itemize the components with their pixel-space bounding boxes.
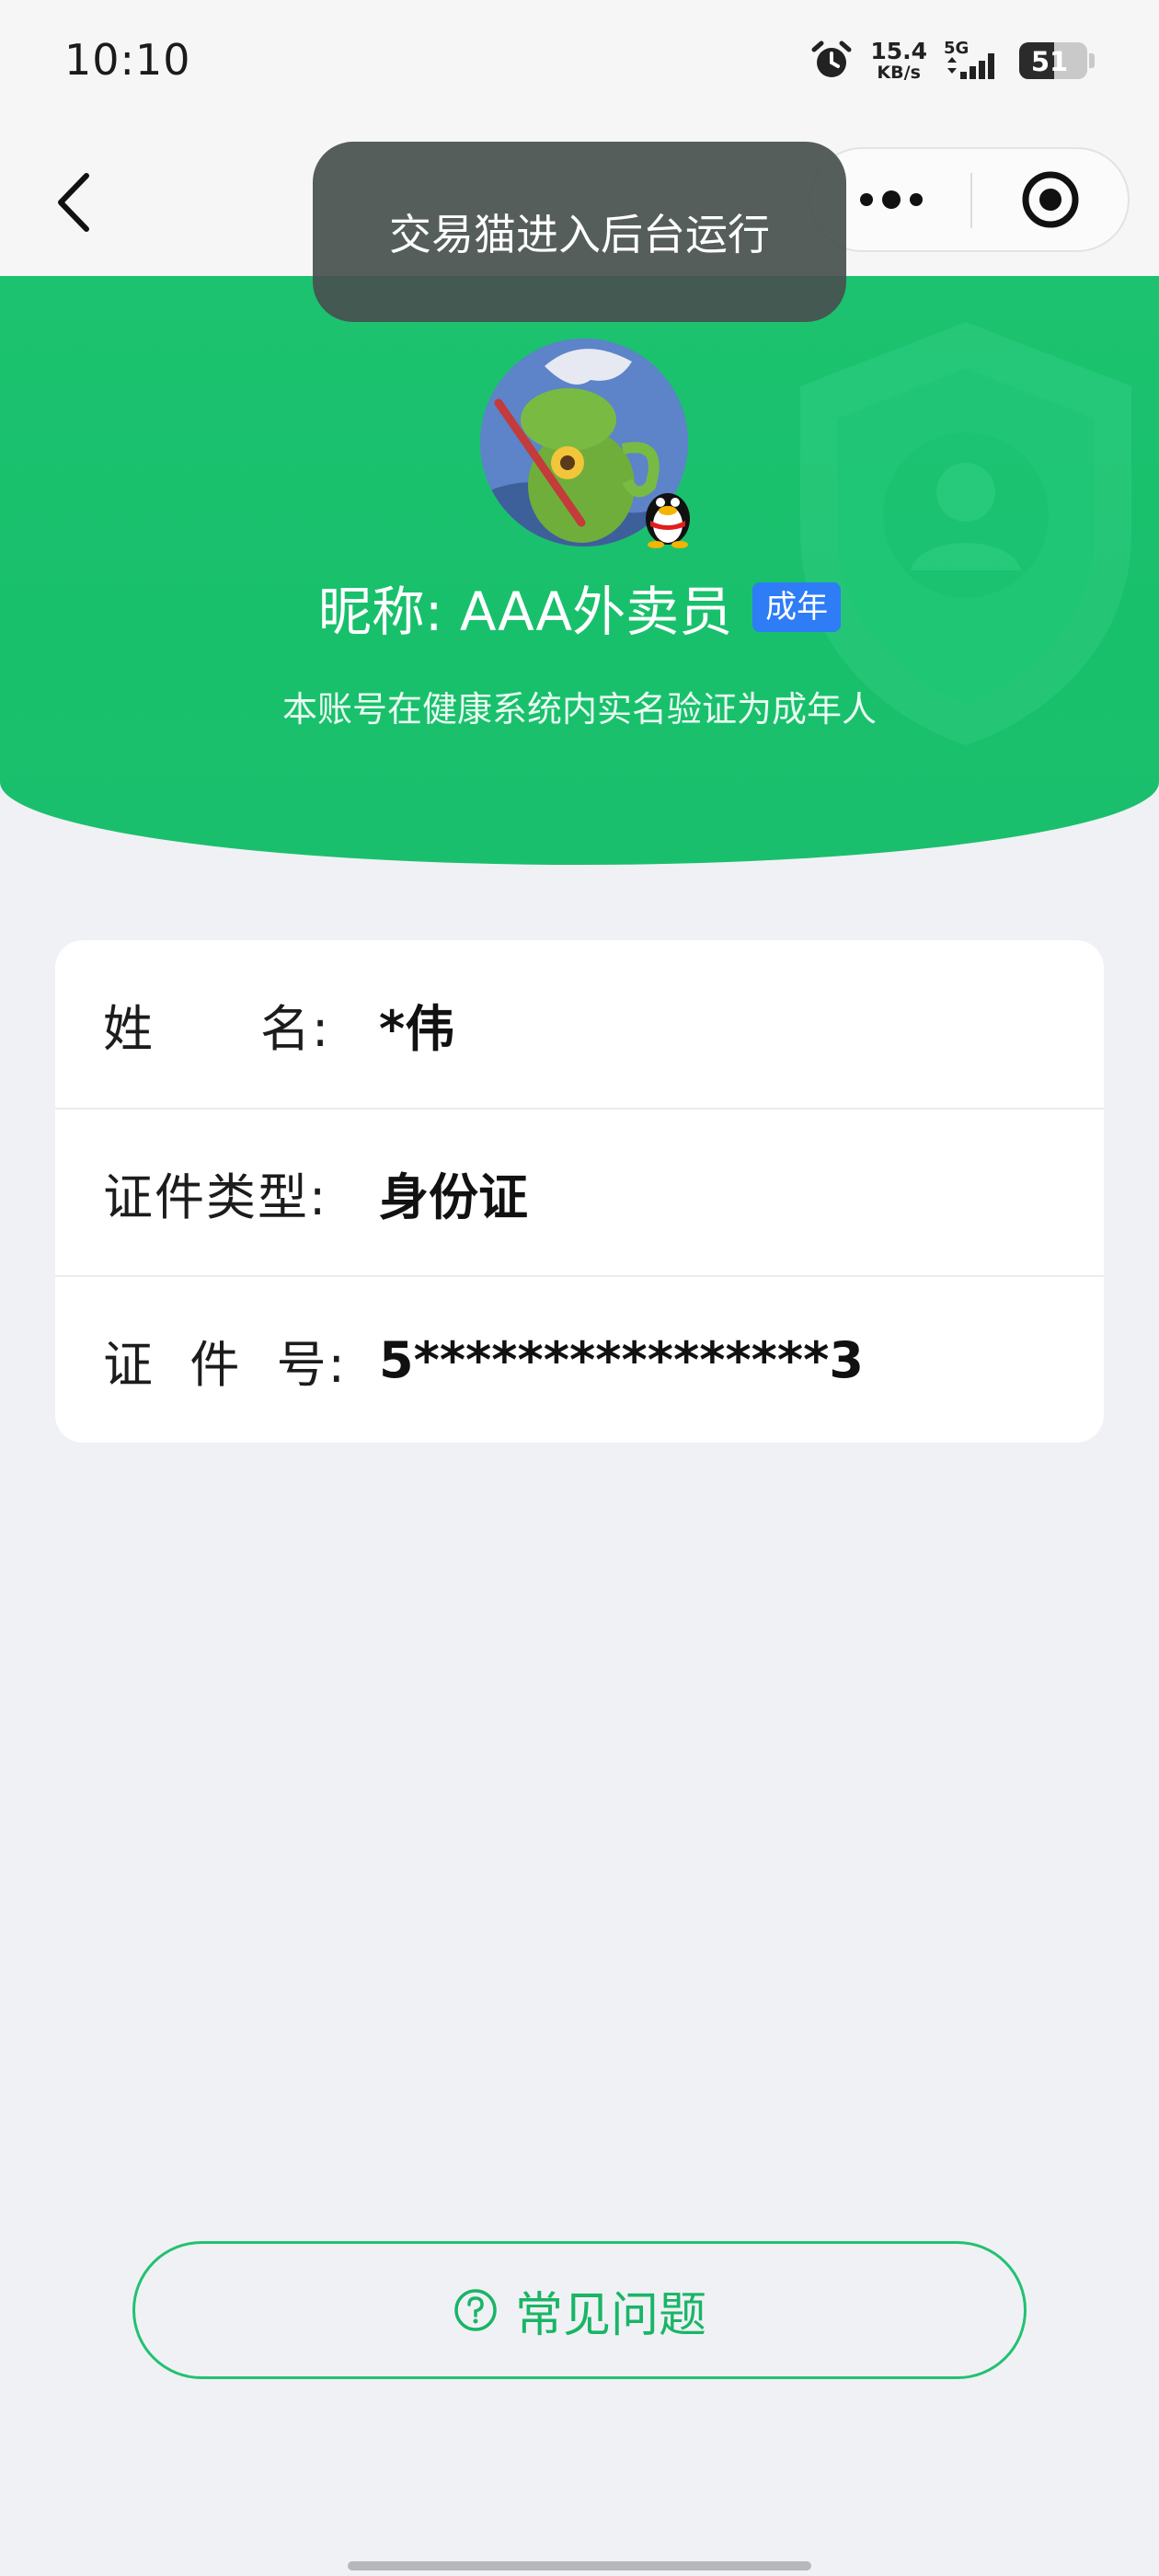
info-label: 姓 名: bbox=[103, 999, 331, 1058]
faq-button[interactable]: 常见问题 bbox=[132, 2241, 1027, 2379]
more-icon bbox=[859, 193, 873, 206]
toast-message: 交易猫进入后台运行 bbox=[313, 142, 846, 322]
back-icon bbox=[58, 173, 89, 232]
battery-level: 51 bbox=[1030, 46, 1069, 77]
status-icons: 15.4 KB/s 5G 51 bbox=[809, 37, 1095, 85]
question-icon bbox=[454, 2289, 497, 2331]
signal-icon: 5G bbox=[944, 39, 1003, 83]
alarm-icon bbox=[811, 40, 852, 77]
more-icon-dot bbox=[881, 190, 901, 209]
page: 10:10 15.4 KB/s 5G 51 交易猫进入后台运行 昵称: AAA外… bbox=[0, 0, 1159, 2576]
info-value: 身份证 bbox=[379, 1167, 528, 1226]
info-value: 5****************3 bbox=[379, 1330, 864, 1389]
info-label: 证 件 号: bbox=[103, 1335, 347, 1394]
status-bar: 10:10 15.4 KB/s 5G 51 bbox=[0, 0, 1159, 129]
net-speed-unit: KB/s bbox=[877, 63, 921, 83]
net-speed-value: 15.4 bbox=[870, 38, 927, 64]
battery-icon: 51 bbox=[1019, 42, 1087, 79]
mini-program-capsule bbox=[809, 147, 1130, 252]
battery-cap bbox=[1089, 53, 1095, 68]
back-button[interactable] bbox=[37, 166, 110, 239]
more-icon-dot bbox=[909, 193, 923, 206]
qq-icon bbox=[646, 493, 690, 548]
profile-header: 昵称: AAA外卖员 成年 本账号在健康系统内实名验证为成年人 bbox=[0, 276, 1159, 865]
status-time: 10:10 bbox=[64, 35, 191, 85]
network-type: 5G bbox=[944, 39, 970, 58]
close-button[interactable] bbox=[972, 149, 1129, 250]
nickname: 昵称: AAA外卖员 bbox=[317, 581, 733, 643]
net-speed: 15.4 KB/s bbox=[870, 40, 927, 82]
close-target-icon bbox=[1022, 171, 1079, 228]
home-indicator bbox=[348, 2561, 811, 2570]
verify-text: 本账号在健康系统内实名验证为成年人 bbox=[281, 689, 877, 730]
info-value: *伟 bbox=[379, 999, 455, 1058]
info-label: 证件类型: bbox=[103, 1167, 328, 1226]
nickname-row: 昵称: AAA外卖员 成年 bbox=[0, 570, 1159, 644]
faq-label: 常见问题 bbox=[514, 2287, 706, 2343]
info-row-name: 姓 名: *伟 bbox=[55, 940, 1104, 1108]
identity-info-card: 姓 名: *伟 证件类型: 身份证 证 件 号: 5**************… bbox=[55, 940, 1104, 1443]
info-row-id-type: 证件类型: 身份证 bbox=[55, 1108, 1104, 1275]
info-row-id-number: 证 件 号: 5****************3 bbox=[55, 1275, 1104, 1443]
age-badge: 成年 bbox=[752, 582, 842, 632]
